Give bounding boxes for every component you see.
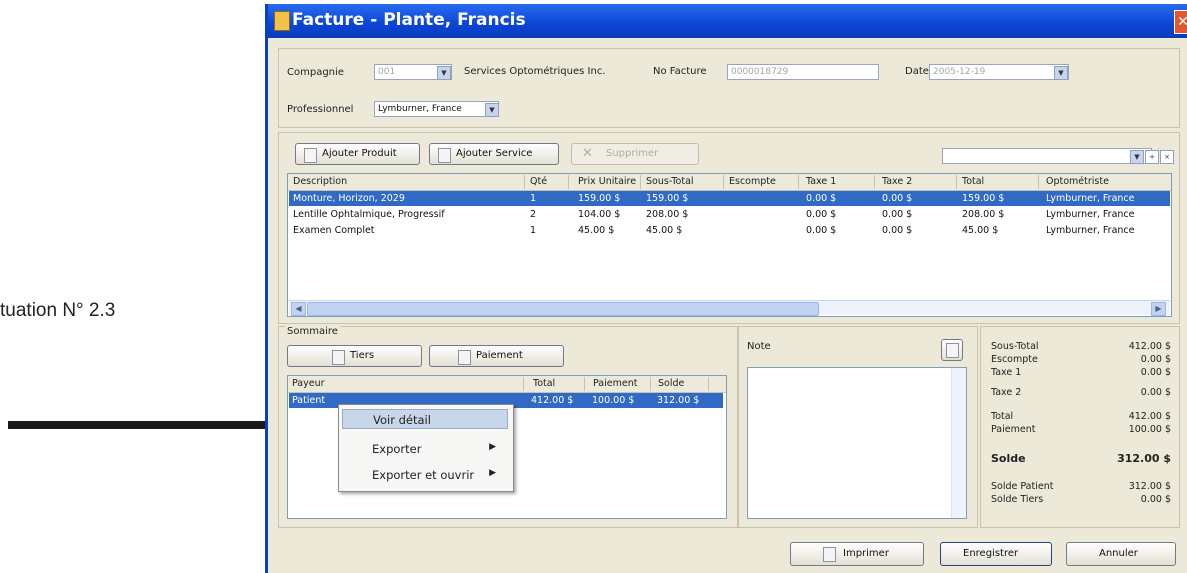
note-group: Note	[738, 326, 978, 528]
sous-total-value: 412.00 $	[1128, 341, 1171, 352]
document-icon	[458, 350, 471, 365]
menu-item-exporter[interactable]: Exporter ▶	[342, 439, 508, 459]
column-header[interactable]: Optométriste	[1046, 176, 1109, 187]
sous-total-label: Sous-Total	[991, 341, 1039, 352]
taxe1-label: Taxe 1	[991, 367, 1022, 378]
printer-icon	[823, 547, 836, 562]
solde-patient-value: 312.00 $	[1128, 481, 1171, 492]
column-header[interactable]: Prix Unitaire	[578, 176, 636, 187]
document-icon	[438, 148, 451, 163]
solde-value: 312.00 $	[1117, 452, 1171, 465]
column-header[interactable]: Sous-Total	[646, 176, 694, 187]
taxe2-label: Taxe 2	[991, 387, 1022, 398]
context-menu: Voir détail Exporter ▶ Exporter et ouvri…	[338, 404, 514, 492]
chevron-down-icon[interactable]: ▼	[1130, 150, 1144, 164]
header-group: Compagnie 001 ▼ Services Optométriques I…	[278, 48, 1180, 128]
cancel-button[interactable]: Annuler	[1066, 542, 1176, 566]
pointer-arrow-line	[8, 421, 298, 429]
document-icon	[332, 350, 345, 365]
column-header[interactable]: Total	[533, 378, 555, 389]
plus-icon[interactable]: +	[1145, 150, 1159, 164]
delete-x-icon: ✕	[582, 146, 593, 161]
solde-patient-label: Solde Patient	[991, 481, 1054, 492]
column-header[interactable]: Qté	[530, 176, 547, 187]
scrollbar-thumb[interactable]	[307, 302, 819, 316]
scroll-left-icon[interactable]: ◀	[291, 302, 306, 316]
items-table-header: Description Qté Prix Unitaire Sous-Total…	[288, 174, 1171, 191]
escompte-label: Escompte	[991, 354, 1038, 365]
note-label: Note	[747, 341, 771, 352]
column-header[interactable]: Taxe 1	[806, 176, 836, 187]
table-row[interactable]: Lentille Ophtalmique, Progressif 2 104.0…	[289, 207, 1170, 222]
compagnie-name: Services Optométriques Inc.	[464, 66, 606, 77]
chevron-down-icon[interactable]: ▼	[485, 103, 499, 117]
scroll-right-icon[interactable]: ▶	[1151, 302, 1166, 316]
column-header[interactable]: Escompte	[729, 176, 776, 187]
taxe1-value: 0.00 $	[1140, 367, 1171, 378]
tiers-button[interactable]: Tiers	[287, 345, 422, 367]
add-service-button[interactable]: Ajouter Service	[429, 143, 559, 165]
window-title: Facture - Plante, Francis	[292, 10, 526, 30]
paiement-value: 100.00 $	[1128, 424, 1171, 435]
note-edit-button[interactable]	[941, 339, 963, 361]
sommaire-label: Sommaire	[285, 326, 340, 337]
document-icon	[304, 148, 317, 163]
close-button[interactable]: ✕	[1174, 10, 1187, 34]
save-button[interactable]: Enregistrer	[940, 542, 1052, 566]
total-value: 412.00 $	[1128, 411, 1171, 422]
paiement-button[interactable]: Paiement	[429, 345, 564, 367]
column-header[interactable]: Paiement	[593, 378, 637, 389]
professionnel-select[interactable]: Lymburner, France	[374, 101, 499, 117]
menu-item-exporter-ouvrir[interactable]: Exporter et ouvrir ▶	[342, 465, 508, 485]
add-product-button[interactable]: Ajouter Produit	[295, 143, 420, 165]
submenu-arrow-icon: ▶	[489, 442, 496, 452]
page-caption: tuation N° 2.3	[0, 300, 116, 321]
note-textarea[interactable]	[747, 367, 967, 519]
chevron-down-icon[interactable]: ▼	[437, 66, 451, 80]
menu-item-voir-detail[interactable]: Voir détail	[342, 409, 508, 429]
delete-button[interactable]: ✕ Supprimer	[571, 143, 699, 165]
compagnie-label: Compagnie	[287, 67, 344, 78]
paiement-label: Paiement	[991, 424, 1036, 435]
items-group: Ajouter Produit Ajouter Service ✕ Suppri…	[278, 132, 1180, 324]
close-icon[interactable]: ×	[1160, 150, 1174, 164]
date-field[interactable]: 2005-12-19	[929, 64, 1069, 80]
notepad-icon	[946, 343, 959, 358]
escompte-value: 0.00 $	[1140, 354, 1171, 365]
horizontal-scrollbar[interactable]: ◀ ▶	[289, 300, 1170, 316]
professionnel-label: Professionnel	[287, 104, 354, 115]
taxe2-value: 0.00 $	[1140, 387, 1171, 398]
title-bar: Facture - Plante, Francis ✕	[268, 4, 1187, 38]
solde-tiers-label: Solde Tiers	[991, 494, 1044, 505]
date-label: Date	[905, 66, 929, 77]
print-button[interactable]: Imprimer	[790, 542, 924, 566]
totals-group: Sous-Total 412.00 $ Escompte 0.00 $ Taxe…	[980, 326, 1180, 528]
solde-label: Solde	[991, 452, 1026, 465]
column-header[interactable]: Taxe 2	[882, 176, 912, 187]
search-filter-field[interactable]	[942, 148, 1152, 164]
column-header[interactable]: Solde	[658, 378, 684, 389]
vertical-scrollbar[interactable]	[951, 368, 966, 518]
calendar-dropdown-icon[interactable]: ▼	[1054, 66, 1068, 80]
items-table: Description Qté Prix Unitaire Sous-Total…	[287, 173, 1172, 317]
column-header[interactable]: Description	[293, 176, 347, 187]
solde-tiers-value: 0.00 $	[1140, 494, 1171, 505]
facture-number-field[interactable]: 0000018729	[727, 64, 879, 80]
table-row[interactable]: Examen Complet 1 45.00 $ 45.00 $ 0.00 $ …	[289, 223, 1170, 238]
submenu-arrow-icon: ▶	[489, 468, 496, 478]
column-header[interactable]: Total	[962, 176, 984, 187]
facture-label: No Facture	[653, 66, 707, 77]
table-row[interactable]: Monture, Horizon, 2029 1 159.00 $ 159.00…	[289, 191, 1170, 206]
payeur-table-header: Payeur Total Paiement Solde	[288, 376, 726, 393]
window-icon	[274, 11, 290, 31]
column-header[interactable]: Payeur	[292, 378, 325, 389]
total-label: Total	[991, 411, 1014, 422]
